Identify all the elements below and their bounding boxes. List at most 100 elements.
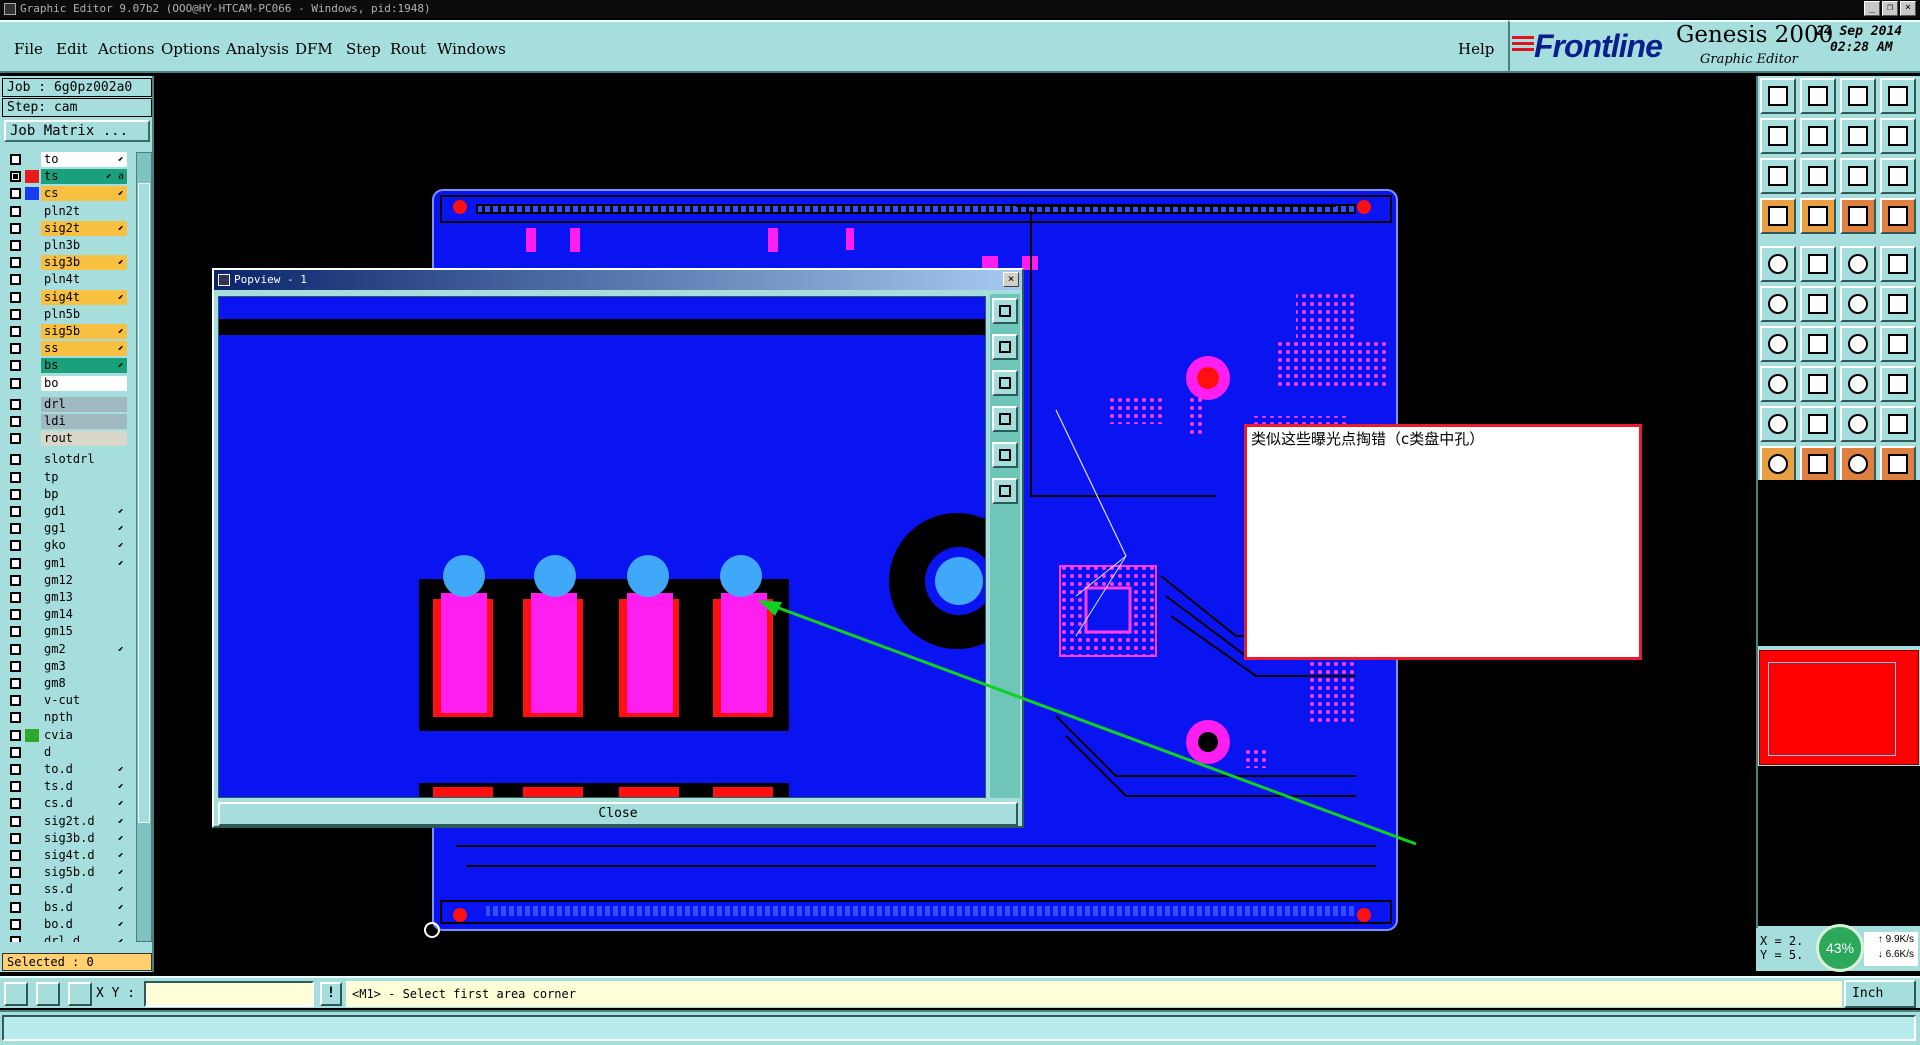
layer-checkbox[interactable] — [10, 506, 21, 517]
tool-button-8-icon[interactable] — [1880, 118, 1916, 154]
layer-row-d[interactable]: d — [4, 744, 134, 760]
layer-color-swatch[interactable] — [25, 849, 39, 862]
layer-checkbox[interactable] — [10, 360, 21, 372]
layer-name[interactable]: d — [41, 744, 127, 760]
tool-button-38-icon[interactable] — [1800, 446, 1836, 482]
layer-checkbox[interactable] — [10, 592, 21, 603]
menu-file[interactable]: File — [14, 40, 43, 58]
layer-row-bs.d[interactable]: bs.d ⬋ — [4, 899, 134, 915]
layer-color-swatch[interactable] — [25, 746, 39, 759]
menu-windows[interactable]: Windows — [437, 40, 506, 58]
layer-name[interactable]: bo.d ⬋ — [41, 916, 127, 932]
menu-dfm[interactable]: DFM — [295, 40, 333, 58]
layer-color-swatch[interactable] — [25, 432, 39, 445]
menu-rout[interactable]: Rout — [390, 40, 426, 58]
layer-color-swatch[interactable] — [25, 291, 39, 304]
layer-name[interactable]: to ⬋ — [41, 152, 127, 167]
layer-name[interactable]: npth — [41, 710, 127, 726]
tool-button-11-icon[interactable] — [1840, 158, 1876, 194]
tool-button-26-icon[interactable] — [1800, 326, 1836, 362]
popview-close-icon[interactable]: × — [1003, 272, 1019, 287]
scrollbar-thumb[interactable] — [138, 183, 150, 823]
menu-analysis[interactable]: Analysis — [226, 40, 289, 58]
layer-color-swatch[interactable] — [25, 377, 39, 390]
layer-name[interactable]: ts.d ⬋ — [41, 779, 127, 795]
layer-color-swatch[interactable] — [25, 308, 39, 321]
layer-checkbox[interactable] — [10, 291, 21, 303]
tool-button-7-icon[interactable] — [1840, 118, 1876, 154]
layer-row-gg1[interactable]: gg1 ⬋ — [4, 521, 134, 537]
layer-color-swatch[interactable] — [25, 901, 39, 914]
popview-tool-2-icon[interactable] — [992, 334, 1018, 360]
layer-checkbox[interactable] — [10, 574, 21, 586]
tool-button-18-icon[interactable] — [1800, 246, 1836, 282]
menu-edit[interactable]: Edit — [56, 40, 87, 58]
layer-row-ts.d[interactable]: ts.d ⬋ — [4, 779, 134, 795]
popview-tool-3-icon[interactable] — [992, 370, 1018, 396]
menu-step[interactable]: Step — [346, 40, 381, 58]
layer-checkbox[interactable] — [10, 454, 21, 466]
layer-name[interactable]: gm13 — [41, 590, 127, 605]
tool-button-15-icon[interactable] — [1840, 198, 1876, 234]
layer-color-swatch[interactable] — [25, 866, 39, 879]
layer-row-cvia[interactable]: cvia — [4, 727, 134, 743]
tool-button-3-icon[interactable] — [1840, 78, 1876, 114]
layer-checkbox[interactable] — [10, 398, 21, 410]
layer-row-ss[interactable]: ss ⬋ — [4, 341, 134, 357]
layer-checkbox[interactable] — [10, 884, 21, 896]
layer-checkbox[interactable] — [10, 660, 21, 672]
tool-button-24-icon[interactable] — [1880, 286, 1916, 322]
layer-name[interactable]: gm3 — [41, 658, 127, 674]
layer-row-gm12[interactable]: gm12 — [4, 572, 134, 588]
layer-name[interactable]: pln4t — [41, 272, 127, 288]
layer-row-pln5b[interactable]: pln5b — [4, 306, 134, 322]
layer-checkbox[interactable] — [10, 154, 21, 165]
tool-button-33-icon[interactable] — [1760, 406, 1796, 442]
layer-color-swatch[interactable] — [25, 643, 39, 656]
layer-row-slotdrl[interactable]: slotdrl — [4, 452, 134, 468]
select-mode-icon[interactable] — [4, 982, 28, 1006]
layer-name[interactable]: gm1 ⬋ — [41, 555, 127, 571]
layer-checkbox[interactable] — [10, 746, 21, 758]
layer-row-ldi[interactable]: ldi — [4, 414, 134, 429]
layer-list-scrollbar[interactable] — [136, 152, 152, 942]
layer-row-npth[interactable]: npth — [4, 710, 134, 726]
layer-color-swatch[interactable] — [25, 797, 39, 810]
tool-button-6-icon[interactable] — [1800, 118, 1836, 154]
layer-name[interactable]: gd1 ⬋ — [41, 504, 127, 519]
layer-color-swatch[interactable] — [25, 453, 39, 466]
layer-color-swatch[interactable] — [25, 574, 39, 587]
layer-color-swatch[interactable] — [25, 591, 39, 604]
layer-row-gm14[interactable]: gm14 — [4, 607, 134, 623]
layer-name[interactable]: ss.d ⬋ — [41, 882, 127, 898]
layer-name[interactable]: bo — [41, 375, 127, 391]
popview-title-bar[interactable]: Popview - 1 — [214, 270, 1022, 290]
layer-color-swatch[interactable] — [25, 222, 39, 235]
layer-name[interactable]: gm8 — [41, 676, 127, 691]
layer-name[interactable]: to.d ⬋ — [41, 762, 127, 777]
layer-name[interactable]: v-cut — [41, 693, 127, 709]
popview-tool-4-icon[interactable] — [992, 406, 1018, 432]
layer-name[interactable]: gko ⬋ — [41, 538, 127, 554]
layer-color-swatch[interactable] — [25, 325, 39, 338]
layer-row-gm3[interactable]: gm3 — [4, 658, 134, 674]
layer-row-sig4t.d[interactable]: sig4t.d ⬋ — [4, 848, 134, 863]
layer-color-swatch[interactable] — [25, 539, 39, 552]
layer-name[interactable]: pln5b — [41, 306, 127, 322]
layer-color-swatch[interactable] — [25, 273, 39, 286]
tool-button-4-icon[interactable] — [1880, 78, 1916, 114]
tool-button-25-icon[interactable] — [1760, 326, 1796, 362]
layer-checkbox[interactable] — [10, 918, 21, 930]
layer-color-swatch[interactable] — [25, 471, 39, 484]
layer-name[interactable]: gm15 — [41, 624, 127, 640]
tool-button-30-icon[interactable] — [1800, 366, 1836, 402]
layer-checkbox[interactable] — [10, 540, 21, 552]
layer-name[interactable]: sig3b ⬋ — [41, 255, 127, 271]
layer-name[interactable]: gm14 — [41, 607, 127, 623]
layer-checkbox[interactable] — [10, 695, 21, 707]
layer-name[interactable]: slotdrl — [41, 452, 127, 468]
layer-row-bp[interactable]: bp — [4, 486, 134, 502]
tool-button-22-icon[interactable] — [1800, 286, 1836, 322]
layer-checkbox[interactable] — [10, 850, 21, 861]
layer-row-pln4t[interactable]: pln4t — [4, 272, 134, 288]
